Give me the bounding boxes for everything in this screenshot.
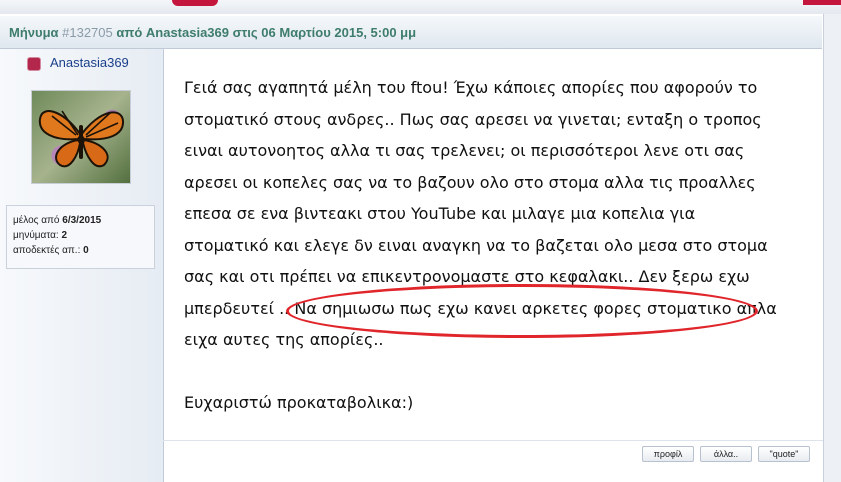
post-body: Γειά σας αγαπητά μέλη του ftou! Έχω κάπο… [184, 72, 804, 419]
posts-label: μηνύματα: [13, 230, 59, 241]
butterfly-avatar-image[interactable] [31, 90, 131, 184]
quote-button[interactable]: "quote" [758, 446, 810, 462]
post-label: Μήνυμα [9, 25, 59, 40]
post-line: στοματικό και ελεγε δν ειναι αναγκη να τ… [184, 235, 768, 255]
accepted-answers-row: αποδεκτές απ.: 0 [13, 245, 89, 256]
posts-count-row: μηνύματα: 2 [13, 230, 67, 241]
red-annotation-circle [286, 284, 758, 338]
post-line: ειναι αυτονοητος αλλα τι σας τρελενει; ο… [184, 141, 745, 160]
member-since-label: μέλος από [13, 215, 60, 226]
post-meta: από Anastasia369 στις 06 Μαρτίου 2015, 5… [116, 25, 417, 40]
post-header: Μήνυμα #132705 από Anastasia369 στις 06 … [0, 16, 822, 49]
post-line: επεσα σε ενα βιντεακι στου YouTube και μ… [184, 204, 696, 223]
top-right-accent-decoration [803, 0, 841, 5]
butterfly-icon [38, 110, 125, 168]
accepted-value: 0 [83, 245, 89, 256]
top-bar [0, 0, 841, 14]
member-since-row: μέλος από 6/3/2015 [13, 215, 101, 226]
accepted-label: αποδεκτές απ.: [13, 245, 81, 256]
member-since-value: 6/3/2015 [62, 215, 102, 226]
posts-value: 2 [61, 230, 68, 241]
more-button[interactable]: άλλα.. [700, 446, 752, 462]
user-stats-box: μέλος από 6/3/2015 μηνύματα: 2 αποδεκτές… [6, 205, 155, 269]
post-line: αρεσει οι κοπελες σας να το βαζουν ολο σ… [184, 172, 756, 192]
profile-button[interactable]: προφίλ [642, 446, 694, 462]
username-link[interactable]: Anastasia369 [50, 55, 129, 70]
post-header-text: Μήνυμα #132705 από Anastasia369 στις 06 … [9, 25, 416, 40]
post-id[interactable]: #132705 [62, 25, 113, 40]
footer-divider [163, 440, 823, 441]
online-status-icon [27, 57, 41, 71]
post-line: Γειά σας αγαπητά μέλη του ftou! Έχω κάπο… [184, 78, 758, 97]
right-scroll-strip [823, 14, 841, 482]
top-accent-decoration [172, 0, 218, 6]
post-closing: Ευχαριστώ προκαταβολικα:) [184, 393, 414, 412]
post-line: στοματικό στους ανδρες.. Πως σας αρεσει … [184, 109, 762, 129]
